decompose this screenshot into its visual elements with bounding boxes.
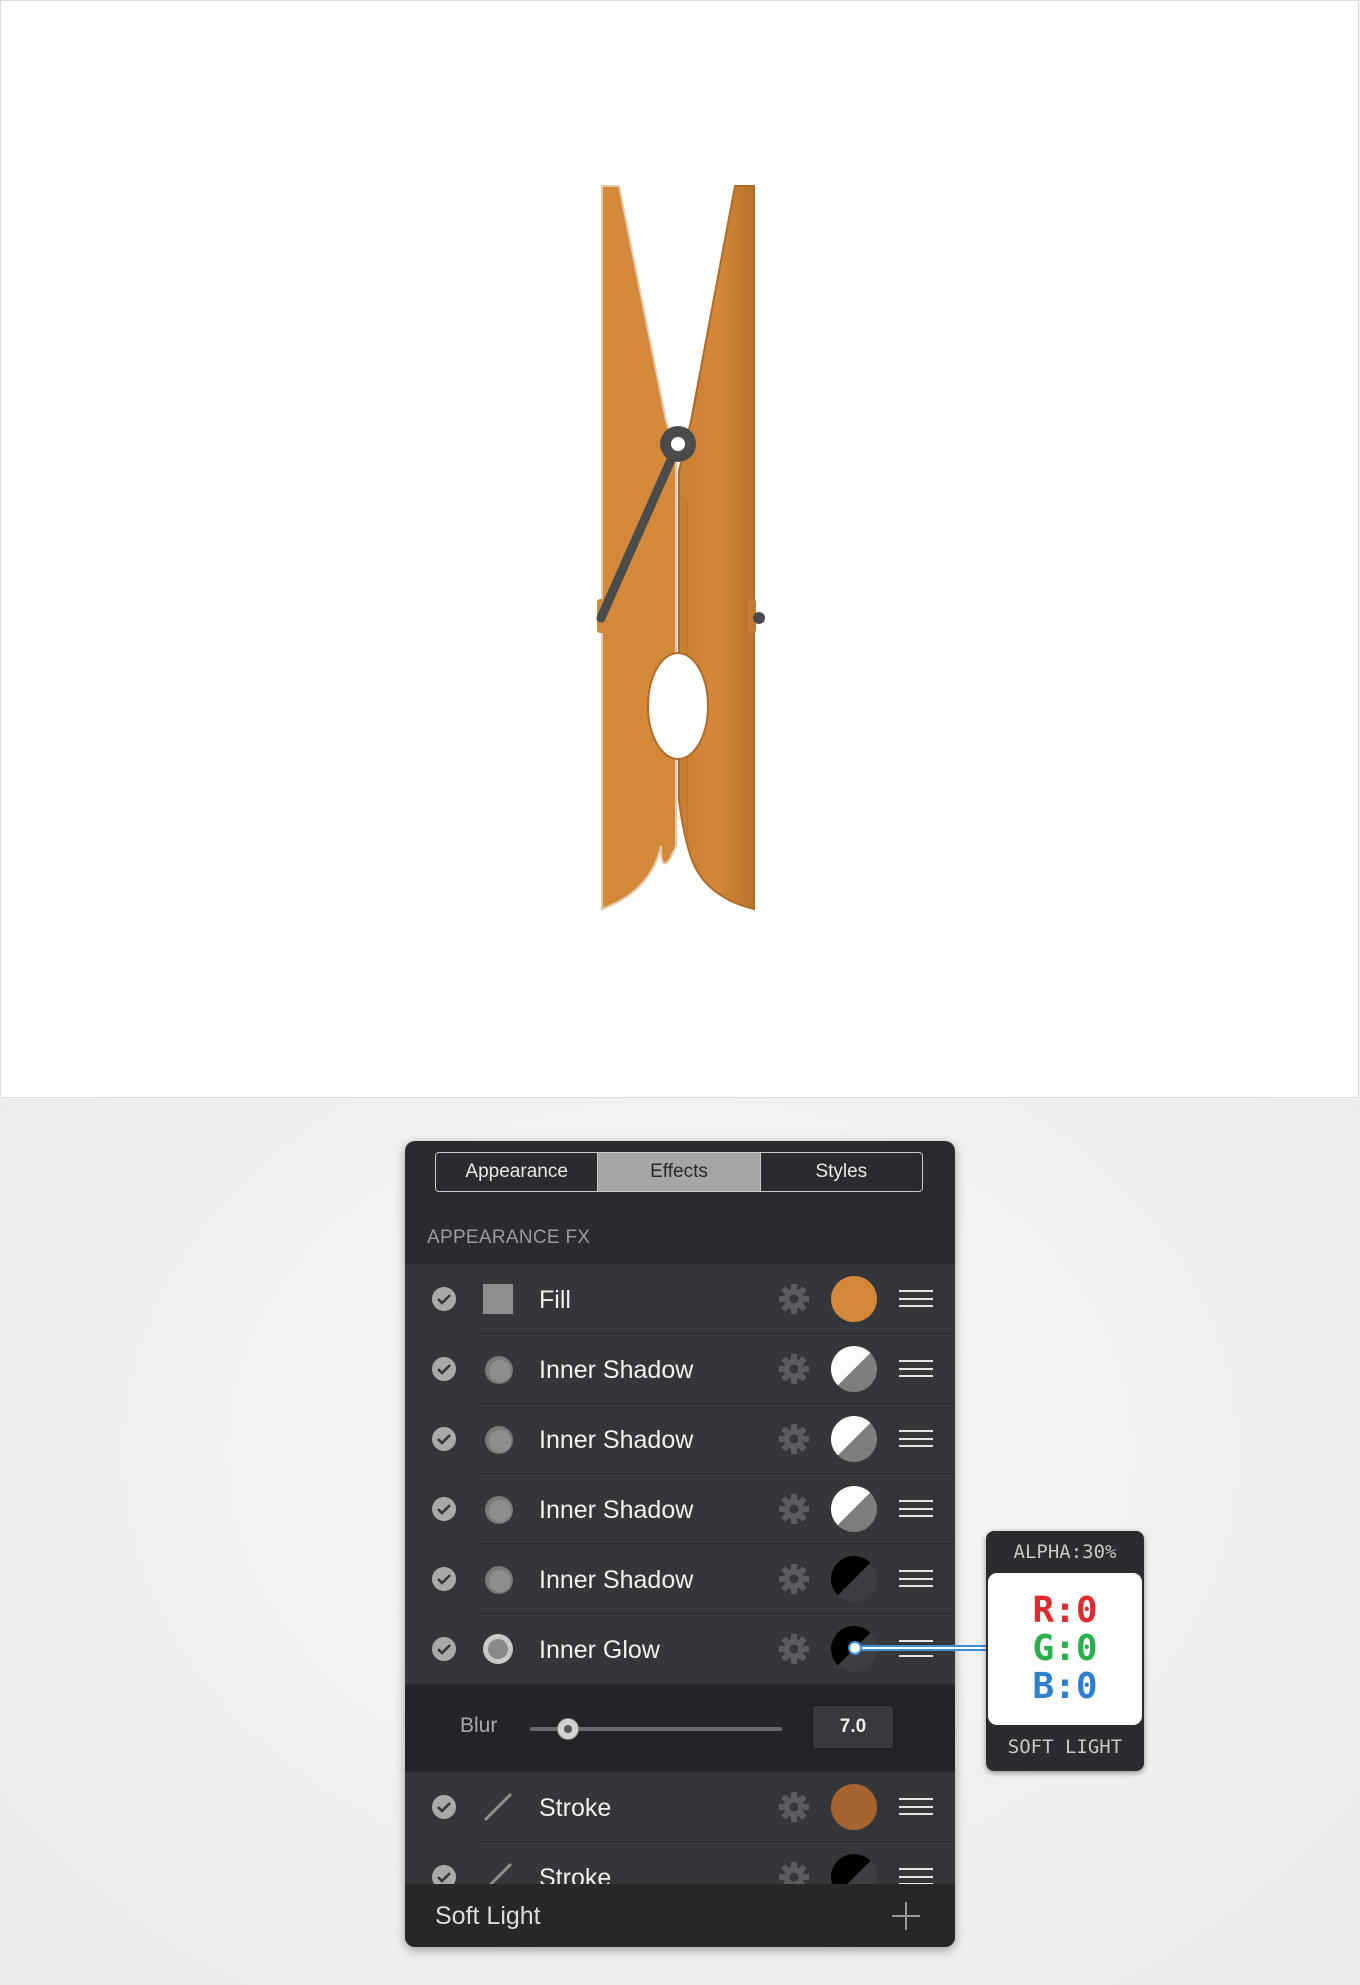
section-title: APPEARANCE FX <box>427 1227 591 1248</box>
rgb-values: R:0 G:0 B:0 <box>988 1573 1142 1725</box>
clothespin-left-half <box>601 185 677 911</box>
gear-icon[interactable] <box>778 1283 810 1315</box>
red-value: R:0 <box>1032 1590 1098 1631</box>
square-icon <box>483 1284 513 1314</box>
checkmark-icon <box>437 1872 451 1883</box>
inner-shadow-icon <box>485 1566 513 1594</box>
checkmark-icon <box>437 1364 451 1375</box>
appearance-panel: Appearance Effects Styles APPEARANCE FX … <box>405 1141 955 1947</box>
drag-handle-icon[interactable] <box>899 1640 933 1657</box>
drag-handle-icon[interactable] <box>899 1570 933 1587</box>
panel-footer: Soft Light <box>405 1884 955 1947</box>
checkmark-icon <box>437 1294 451 1305</box>
effects-list: Fill Inner Shadow Inner Shadow Inner Sha… <box>405 1264 955 1894</box>
checkmark-icon <box>437 1504 451 1515</box>
effect-label: Fill <box>539 1286 571 1314</box>
checkmark-icon <box>437 1802 451 1813</box>
gear-icon[interactable] <box>778 1633 810 1665</box>
checkmark-icon <box>437 1434 451 1445</box>
plus-icon[interactable] <box>890 1900 922 1932</box>
drag-handle-icon[interactable] <box>899 1430 933 1447</box>
inner-shadow-icon <box>485 1426 513 1454</box>
blur-slider-thumb[interactable] <box>556 1718 579 1740</box>
checkmark-icon <box>437 1644 451 1655</box>
effect-label: Inner Shadow <box>539 1496 694 1524</box>
color-swatch[interactable] <box>831 1276 877 1322</box>
stroke-icon <box>483 1792 513 1822</box>
color-callout: ALPHA:30% R:0 G:0 B:0 SOFT LIGHT <box>986 1531 1144 1771</box>
inner-glow-icon <box>483 1634 513 1664</box>
green-value: G:0 <box>1032 1628 1098 1669</box>
panel-tabs: Appearance Effects Styles <box>435 1152 923 1192</box>
color-swatch[interactable] <box>831 1784 877 1830</box>
color-swatch[interactable] <box>831 1346 877 1392</box>
gear-icon[interactable] <box>778 1791 810 1823</box>
enabled-checkbox[interactable] <box>432 1497 456 1521</box>
effect-row-inner-glow[interactable]: Inner Glow <box>405 1614 955 1684</box>
inner-shadow-icon <box>485 1356 513 1384</box>
effect-row-inner-shadow[interactable]: Inner Shadow <box>405 1334 955 1404</box>
blur-label: Blur <box>460 1714 498 1737</box>
clothespin-right-half <box>678 185 755 911</box>
blue-value: B:0 <box>1032 1666 1098 1707</box>
drag-handle-icon[interactable] <box>899 1290 933 1307</box>
gear-icon[interactable] <box>778 1423 810 1455</box>
effect-label: Inner Shadow <box>539 1426 694 1454</box>
enabled-checkbox[interactable] <box>432 1637 456 1661</box>
inner-shadow-icon <box>485 1496 513 1524</box>
clothespin-illustration <box>596 185 765 911</box>
drag-handle-icon[interactable] <box>899 1360 933 1377</box>
clothespin-hole <box>647 652 709 760</box>
tab-styles[interactable]: Styles <box>759 1153 922 1191</box>
blur-value-field[interactable]: 7.0 <box>812 1705 894 1749</box>
effect-label: Inner Shadow <box>539 1356 694 1384</box>
effect-label: Inner Glow <box>539 1636 660 1664</box>
gear-icon[interactable] <box>778 1353 810 1385</box>
blend-mode-value: SOFT LIGHT <box>1007 1736 1123 1758</box>
color-swatch[interactable] <box>831 1416 877 1462</box>
artboard-canvas[interactable] <box>0 0 1359 1098</box>
tab-effects[interactable]: Effects <box>597 1153 760 1191</box>
enabled-checkbox[interactable] <box>432 1567 456 1591</box>
effect-row-inner-shadow[interactable]: Inner Shadow <box>405 1474 955 1544</box>
enabled-checkbox[interactable] <box>432 1427 456 1451</box>
blend-mode-select[interactable]: Soft Light <box>435 1902 541 1931</box>
checkmark-icon <box>437 1574 451 1585</box>
color-swatch[interactable] <box>831 1556 877 1602</box>
effect-row-inner-shadow[interactable]: Inner Shadow <box>405 1544 955 1614</box>
tab-appearance[interactable]: Appearance <box>436 1153 597 1191</box>
effect-label: Stroke <box>539 1794 612 1822</box>
enabled-checkbox[interactable] <box>432 1287 456 1311</box>
drag-handle-icon[interactable] <box>899 1868 933 1885</box>
gear-icon[interactable] <box>778 1493 810 1525</box>
effect-row-inner-shadow[interactable]: Inner Shadow <box>405 1404 955 1474</box>
blur-settings-row: Blur 7.0 <box>405 1684 955 1772</box>
drag-handle-icon[interactable] <box>899 1500 933 1517</box>
alpha-value: ALPHA:30% <box>1013 1541 1117 1563</box>
enabled-checkbox[interactable] <box>432 1795 456 1819</box>
effect-row-stroke[interactable]: Stroke <box>405 1772 955 1842</box>
color-swatch[interactable] <box>831 1626 877 1672</box>
color-swatch[interactable] <box>831 1486 877 1532</box>
enabled-checkbox[interactable] <box>432 1357 456 1381</box>
effect-row-fill[interactable]: Fill <box>405 1264 955 1334</box>
effect-label: Inner Shadow <box>539 1566 694 1594</box>
gear-icon[interactable] <box>778 1563 810 1595</box>
drag-handle-icon[interactable] <box>899 1798 933 1815</box>
